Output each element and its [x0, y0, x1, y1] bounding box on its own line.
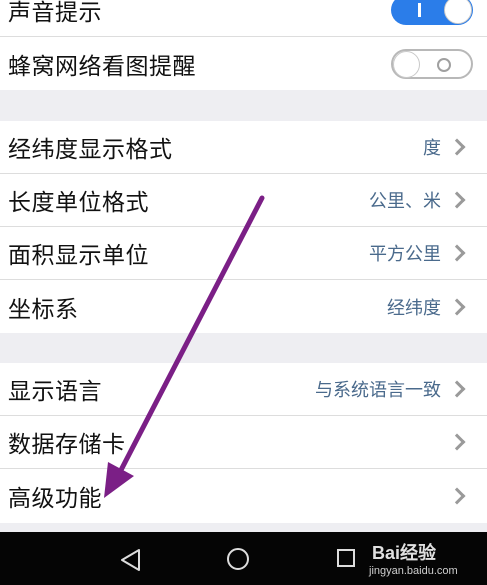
arrow-head — [104, 462, 134, 498]
annotation-arrow-icon — [104, 195, 265, 498]
back-icon[interactable] — [120, 548, 142, 572]
recent-apps-icon[interactable] — [337, 549, 355, 567]
watermark-brand: Bai经验 — [372, 543, 437, 563]
home-icon[interactable] — [227, 548, 249, 570]
watermark-url: jingyan.baidu.com — [369, 565, 458, 577]
arrow-shaft — [117, 195, 265, 475]
